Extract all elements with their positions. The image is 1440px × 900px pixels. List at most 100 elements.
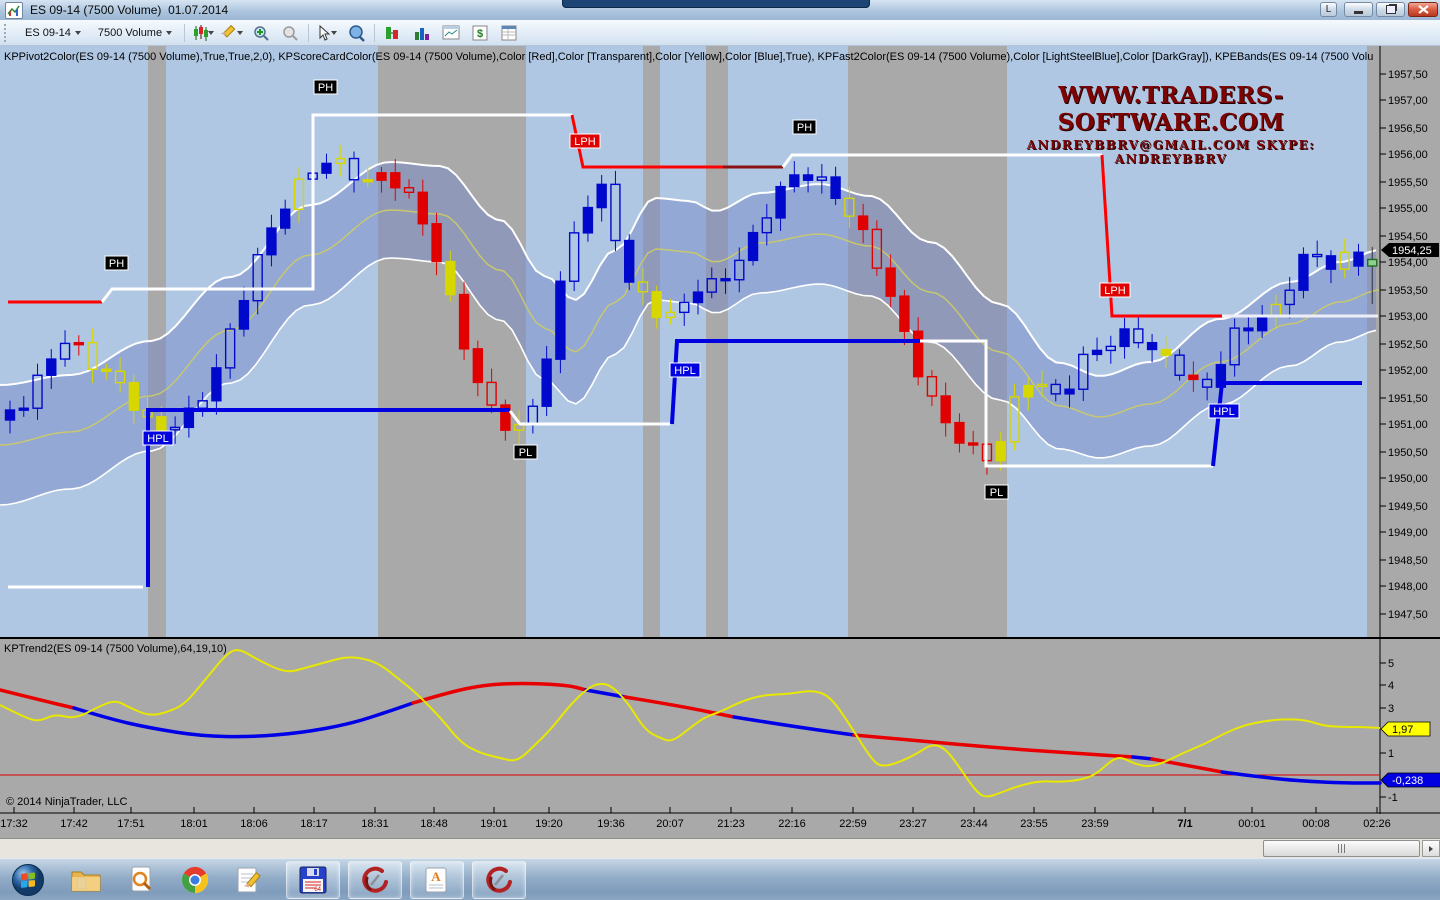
price-tick-label: 1956,50 [1388, 123, 1428, 135]
bars-icon [384, 24, 402, 42]
data-box-button[interactable] [345, 23, 367, 43]
zoom-in-button[interactable] [250, 23, 272, 43]
time-tick-label: 00:08 [1302, 818, 1330, 830]
time-tick-label: 22:59 [839, 818, 867, 830]
time-tick-label: 18:01 [180, 818, 208, 830]
chart-style-button[interactable] [192, 23, 214, 43]
axis-bg [1380, 46, 1440, 838]
candle [955, 423, 964, 443]
chevron-down-icon [331, 31, 337, 35]
session-stripe [1367, 46, 1380, 638]
close-icon [1418, 5, 1429, 14]
volume-panel-button[interactable] [411, 23, 433, 43]
app-icon [5, 2, 23, 19]
bars-panel-button[interactable] [382, 23, 404, 43]
candle [446, 262, 455, 295]
candle [129, 383, 138, 411]
chart-canvas[interactable]: PHPHPHLPHLPHHPLHPLHPLPLPL1957,501957,001… [0, 46, 1440, 838]
price-tick-label: 1952,00 [1388, 365, 1428, 377]
candle [652, 292, 661, 318]
candle [322, 163, 331, 173]
lower-indicator-label: KPTrend2(ES 09-14 (7500 Volume),64,19,10… [4, 643, 227, 655]
time-tick-label: 02:26 [1363, 818, 1391, 830]
price-tick-label: 1950,50 [1388, 447, 1428, 459]
candle [583, 208, 592, 233]
scrollbar-thumb[interactable] [1263, 840, 1420, 857]
price-tick-label: 1949,50 [1388, 501, 1428, 513]
floppy-64-icon: 64 [299, 866, 327, 894]
horizontal-scrollbar[interactable] [0, 838, 1440, 858]
taskbar-button-ninjatrader[interactable] [348, 861, 402, 899]
background-window-tab[interactable] [562, 0, 870, 8]
taskbar-button-floppy[interactable]: 64 [286, 861, 340, 899]
window-title: ES 09-14 (7500 Volume) 01.07.2014 [30, 3, 228, 17]
time-tick-label: 23:59 [1081, 818, 1109, 830]
minimize-icon [1354, 11, 1363, 14]
close-button[interactable] [1408, 2, 1438, 17]
price-tick-label: 1950,00 [1388, 473, 1428, 485]
candle [831, 177, 840, 198]
taskbar-button-ninjatrader-2[interactable] [472, 861, 526, 899]
notepad-icon[interactable] [234, 865, 264, 895]
candle [1120, 329, 1129, 346]
grid-button[interactable] [498, 23, 520, 43]
candle [556, 281, 565, 359]
chart-panel: PHPHPHLPHLPHHPLHPLHPLPLPL1957,501957,001… [0, 46, 1440, 838]
chrome-icon[interactable] [180, 865, 210, 895]
candle [1354, 252, 1363, 266]
drawing-tools-button[interactable] [221, 23, 243, 43]
interval-dropdown[interactable]: 7500 Volume [93, 24, 177, 42]
taskbar-button-document[interactable]: A [410, 861, 464, 899]
restore-button[interactable] [1376, 2, 1405, 17]
cursor-button[interactable] [316, 23, 338, 43]
pivot-label-text: PL [519, 447, 532, 459]
candle [239, 301, 248, 329]
time-tick-label: 22:16 [778, 818, 806, 830]
explorer-icon[interactable] [70, 865, 102, 895]
price-tick-label: 1955,00 [1388, 203, 1428, 215]
pivot-label-text: PH [109, 258, 124, 270]
candle [377, 173, 386, 180]
time-tick-label: 17:32 [0, 818, 28, 830]
chevron-down-icon [75, 31, 81, 35]
price-tick-label: 1952,50 [1388, 339, 1428, 351]
price-tick-label: 1954,00 [1388, 257, 1428, 269]
pencil-icon [221, 24, 237, 42]
price-tick-label: 1953,00 [1388, 311, 1428, 323]
chart-toolbar: ES 09-14 7500 Volume [0, 20, 1440, 46]
start-button[interactable] [10, 862, 46, 898]
candle [1148, 343, 1157, 350]
candle [212, 368, 221, 401]
candle [363, 180, 372, 182]
chart-window-button[interactable] [440, 23, 462, 43]
lower-panel-bg [0, 639, 1440, 838]
lock-button[interactable]: L [1320, 2, 1337, 17]
candle [1065, 389, 1074, 394]
candle [996, 442, 1005, 461]
candle [1326, 256, 1335, 269]
zoom-out-button[interactable] [279, 23, 301, 43]
toolbar-separator [308, 24, 309, 42]
session-stripe [378, 46, 526, 638]
candle [1093, 350, 1102, 354]
minimize-button[interactable] [1344, 2, 1373, 17]
account-button[interactable]: $ [469, 23, 491, 43]
candle [1189, 375, 1198, 379]
toolbar-grip[interactable] [4, 24, 11, 42]
search-icon[interactable] [126, 865, 156, 895]
taskbar: 64 A [0, 858, 1440, 900]
chevron-down-icon [166, 31, 172, 35]
candle [1368, 260, 1377, 266]
candle [1244, 328, 1253, 331]
price-tick-label: 1951,50 [1388, 393, 1428, 405]
lower-value-label: -0,238 [1392, 775, 1423, 787]
price-tick-label: 1948,00 [1388, 581, 1428, 593]
time-tick-label: 00:01 [1238, 818, 1266, 830]
scrollbar-right-arrow[interactable] [1422, 840, 1440, 857]
volume-icon [413, 24, 431, 42]
instrument-dropdown[interactable]: ES 09-14 [20, 24, 86, 42]
panel-divider[interactable] [0, 637, 1440, 639]
candle [473, 349, 482, 383]
grid-icon [500, 24, 518, 42]
candle [625, 241, 634, 283]
